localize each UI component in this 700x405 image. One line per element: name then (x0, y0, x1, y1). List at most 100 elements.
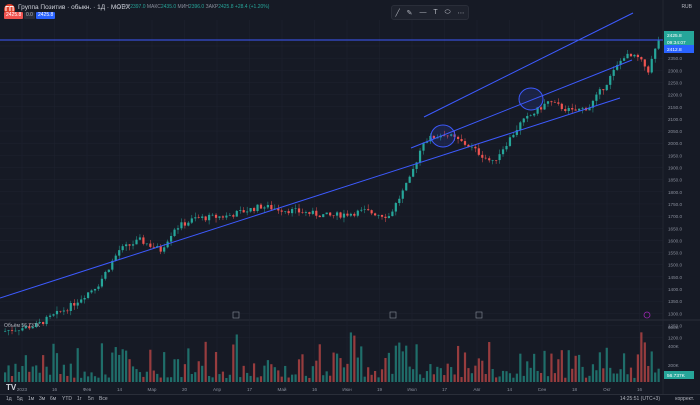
bottom-toolbar: 1д 5д 1м 3м 6м YTD 1г 5л Все 14:25:51 (U… (0, 394, 700, 405)
candle (249, 208, 252, 212)
price-tick: 1950.0 (668, 153, 682, 158)
candle (242, 210, 245, 213)
volume-bar (287, 377, 290, 382)
tf-3m[interactable]: 3м (39, 396, 45, 402)
candle (377, 214, 380, 216)
volume-bar (315, 360, 318, 382)
tradingview-logo[interactable]: TV (6, 383, 16, 392)
volume-bar (249, 375, 252, 382)
volume-bar (405, 345, 408, 382)
pencil-icon[interactable]: ╱ (395, 9, 399, 17)
price-tick: 2000.0 (668, 141, 682, 146)
volume-bar (83, 371, 86, 382)
candle (567, 108, 570, 112)
candle (73, 303, 76, 306)
correction-toggle[interactable]: коррект. (675, 396, 694, 402)
volume-bar (546, 376, 550, 382)
candle (104, 271, 107, 279)
candle (270, 204, 273, 210)
volume-bar (647, 365, 650, 382)
line-icon[interactable]: — (419, 9, 426, 16)
buy-price[interactable]: 2425.8 (36, 12, 56, 19)
clock[interactable]: 14:25:51 (UTC+3) (620, 396, 660, 402)
candle (512, 134, 515, 138)
volume-bar (332, 352, 335, 382)
volume-bar (501, 370, 505, 382)
event-marker (389, 311, 397, 319)
volume-bar (578, 354, 581, 382)
volume-bar (557, 359, 560, 382)
candle (571, 108, 574, 110)
tf-1d[interactable]: 1д (6, 396, 12, 402)
volume-bar (422, 377, 425, 382)
price-chart[interactable]: 2400.02350.02300.02250.02200.02150.02100… (0, 0, 700, 394)
time-tick: 16 (312, 387, 318, 392)
volume-bar (353, 335, 356, 382)
volume-bar (277, 370, 280, 382)
volume-bar (384, 357, 387, 382)
volume-bar (512, 377, 515, 382)
tf-5y[interactable]: 5л (88, 396, 94, 402)
volume-bar (121, 349, 124, 382)
candle (391, 211, 394, 217)
volume-bar (239, 377, 242, 382)
volume-bar (194, 372, 197, 382)
candle (145, 243, 148, 245)
candle (76, 302, 79, 306)
candle (256, 204, 259, 212)
volume-bar (463, 352, 467, 382)
volume-bar (498, 376, 501, 382)
cursor-icon[interactable]: ⋯ (458, 9, 465, 17)
candle (373, 213, 377, 216)
candle (93, 288, 97, 291)
candle (66, 310, 69, 312)
time-tick: Фев (83, 387, 92, 392)
volume-bar (152, 370, 155, 382)
candle (291, 209, 294, 214)
price-tick: 1350.0 (668, 299, 682, 304)
tf-all[interactable]: Все (99, 396, 108, 402)
brush-icon[interactable]: ✎ (407, 9, 413, 17)
tf-5d[interactable]: 5д (17, 396, 23, 402)
tf-ytd[interactable]: YTD (62, 396, 72, 402)
tf-1y[interactable]: 1г (77, 396, 82, 402)
volume-bar (553, 373, 557, 382)
candle (83, 297, 86, 300)
volume-bar (581, 366, 584, 382)
volume-bar (505, 371, 508, 382)
candle (342, 213, 346, 218)
tf-6m[interactable]: 6м (50, 396, 56, 402)
time-tick: 2023 (17, 387, 28, 392)
candle (235, 210, 238, 217)
candle (86, 292, 90, 298)
candle (55, 310, 59, 315)
price-tick: 1900.0 (668, 166, 682, 171)
shape-icon[interactable]: ⬭ (445, 9, 451, 17)
volume-bar (571, 368, 574, 382)
tf-1m[interactable]: 1м (28, 396, 34, 402)
sell-price[interactable]: 2425.8 (4, 12, 24, 19)
candle (564, 109, 567, 112)
volume-bar (443, 375, 446, 382)
candle (408, 176, 411, 183)
volume-bar (235, 334, 238, 382)
volume-bar (484, 374, 487, 382)
candle (488, 158, 491, 161)
candle (643, 59, 646, 67)
volume-bar (612, 373, 615, 382)
volume-bar (225, 377, 228, 382)
candle (228, 215, 231, 216)
text-icon[interactable]: T (433, 9, 437, 16)
candle (484, 157, 487, 159)
candle (609, 75, 612, 85)
candle (107, 269, 110, 272)
price-tick: 1800.0 (668, 190, 682, 195)
volume-bar (176, 359, 180, 382)
ohlc-readout: ОТКР2397.0 МАКС2435.0 МИН2396.0 ЗАКР2425… (117, 4, 270, 10)
volume-bar (322, 375, 325, 382)
volume-bar (412, 369, 415, 382)
symbol-title[interactable]: Группа Позитив · обыкн. · 1Д · MOEX (18, 4, 130, 11)
currency-label[interactable]: RUB (681, 4, 692, 10)
volume-bar (633, 377, 636, 382)
candle (380, 214, 384, 217)
